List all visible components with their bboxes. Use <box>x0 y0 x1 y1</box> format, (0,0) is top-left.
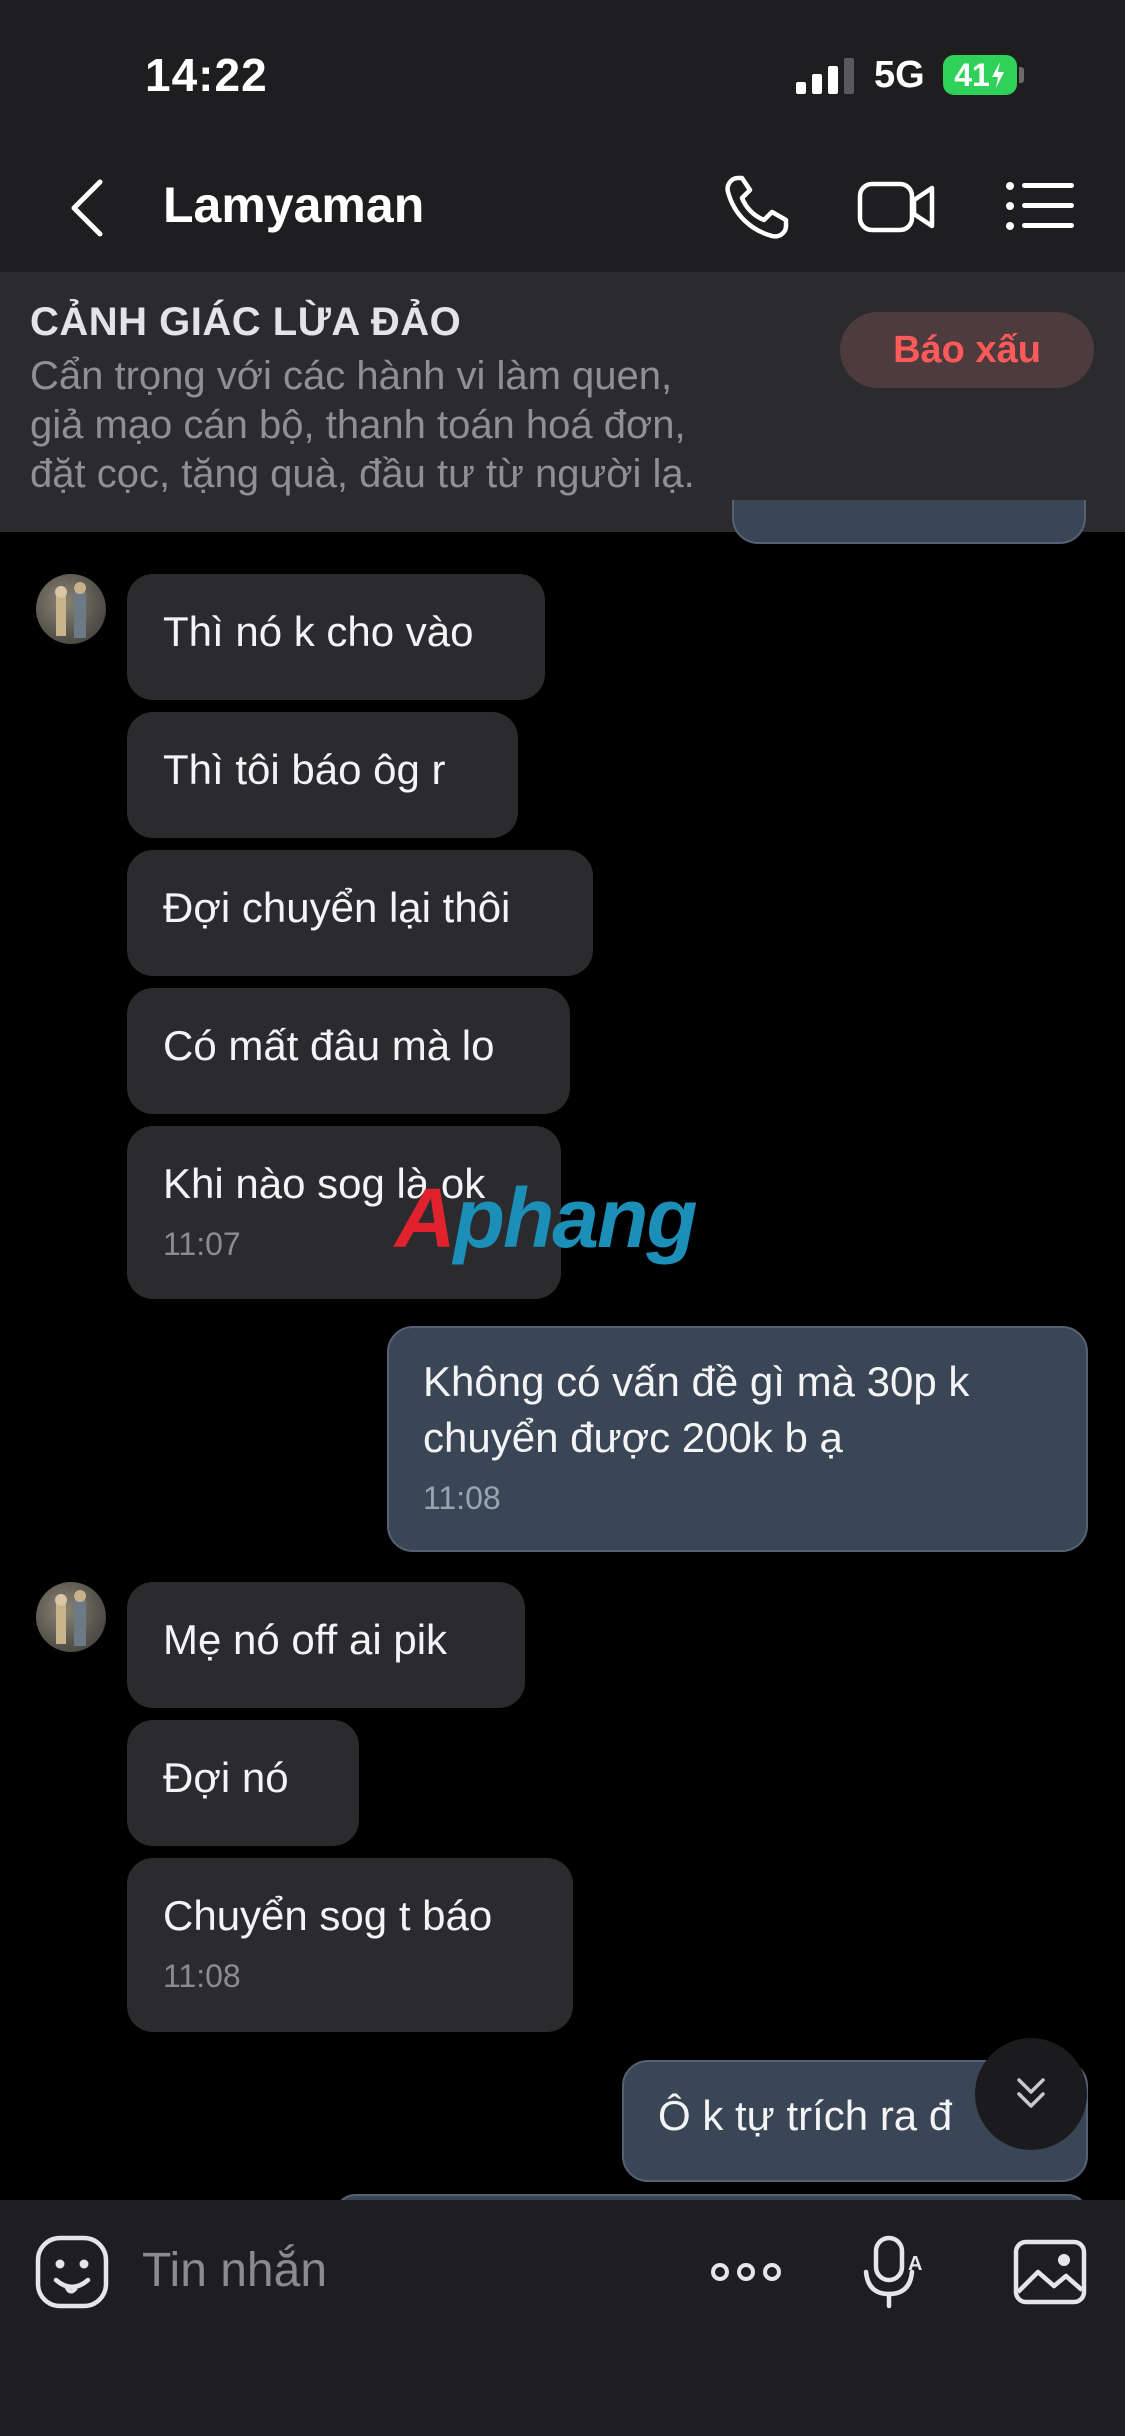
watermark-rest: phang <box>453 1171 698 1265</box>
message-time: 11:08 <box>163 1958 241 1994</box>
warning-line: giả mạo cán bộ, thanh toán hoá đơn, <box>30 403 686 447</box>
status-time: 14:22 <box>145 49 268 101</box>
message-text: Thì nó k cho vào <box>163 608 474 655</box>
battery-cap <box>1019 67 1024 83</box>
message-text: Đợi chuyển lại thôi <box>163 884 511 931</box>
avatar-photo-icon <box>55 582 86 638</box>
phone-call-icon[interactable] <box>718 170 798 244</box>
more-options-icon[interactable] <box>706 2232 786 2312</box>
warning-line: đặt cọc, tặng quà, đầu tư từ người lạ. <box>30 452 695 496</box>
message-text: Chuyển sog t báo <box>163 1892 493 1939</box>
incoming-message[interactable]: Thì nó k cho vào <box>127 574 545 700</box>
battery-level: 41 <box>954 56 990 93</box>
incoming-message[interactable]: Có mất đâu mà lo <box>127 988 570 1114</box>
incoming-message[interactable]: Đợi nó <box>127 1720 359 1846</box>
warning-title: CẢNH GIÁC LỪA ĐẢO <box>30 300 462 344</box>
svg-text:A: A <box>908 2253 922 2275</box>
composer-bar <box>0 2200 1125 2436</box>
image-gallery-icon[interactable] <box>1010 2232 1090 2312</box>
message-text: Không có vấn đề gì mà 30p k chuyển được … <box>423 1358 970 1461</box>
avatar-photo-icon <box>55 1590 86 1646</box>
contact-avatar[interactable] <box>36 574 106 644</box>
incoming-message[interactable]: Thì tôi báo ôg r <box>127 712 518 838</box>
video-call-icon[interactable] <box>856 170 936 244</box>
charging-bolt-icon <box>991 62 1004 88</box>
message-text: Thì tôi báo ôg r <box>163 746 446 793</box>
signal-icon <box>796 58 854 94</box>
contact-avatar[interactable] <box>36 1582 106 1652</box>
watermark: Aphang <box>395 1170 698 1267</box>
network-label: 5G <box>874 54 925 96</box>
message-time: 11:08 <box>423 1480 501 1516</box>
message-text: Có mất đâu mà lo <box>163 1022 495 1069</box>
warning-line: Cẩn trọng với các hành vi làm quen, <box>30 354 673 398</box>
double-chevron-down-icon <box>1017 2078 1045 2108</box>
warning-text: Cẩn trọng với các hành vi làm quen, giả … <box>30 352 830 499</box>
battery-indicator: 41 <box>943 55 1017 95</box>
sticker-emoji-icon[interactable] <box>32 2232 112 2312</box>
message-text: Mẹ nó off ai pik <box>163 1616 448 1663</box>
scroll-to-bottom-button[interactable] <box>975 2038 1087 2150</box>
back-chevron-icon[interactable] <box>60 168 120 248</box>
incoming-message[interactable]: Mẹ nó off ai pik <box>127 1582 525 1708</box>
outgoing-message[interactable]: Không có vấn đề gì mà 30p k chuyển được … <box>387 1326 1088 1552</box>
conversation-title[interactable]: Lamyaman <box>163 176 424 234</box>
report-button[interactable]: Báo xấu <box>840 312 1094 388</box>
voice-to-text-mic-icon[interactable]: A <box>852 2232 932 2312</box>
message-input[interactable]: Tin nhắn <box>142 2243 327 2298</box>
menu-list-icon[interactable] <box>1000 170 1080 244</box>
incoming-message[interactable]: Chuyển sog t báo 11:08 <box>127 1858 573 2032</box>
previous-message-edge <box>732 500 1086 544</box>
incoming-message[interactable]: Đợi chuyển lại thôi <box>127 850 593 976</box>
message-text: Đợi nó <box>163 1754 289 1801</box>
watermark-first-letter: A <box>395 1171 456 1265</box>
